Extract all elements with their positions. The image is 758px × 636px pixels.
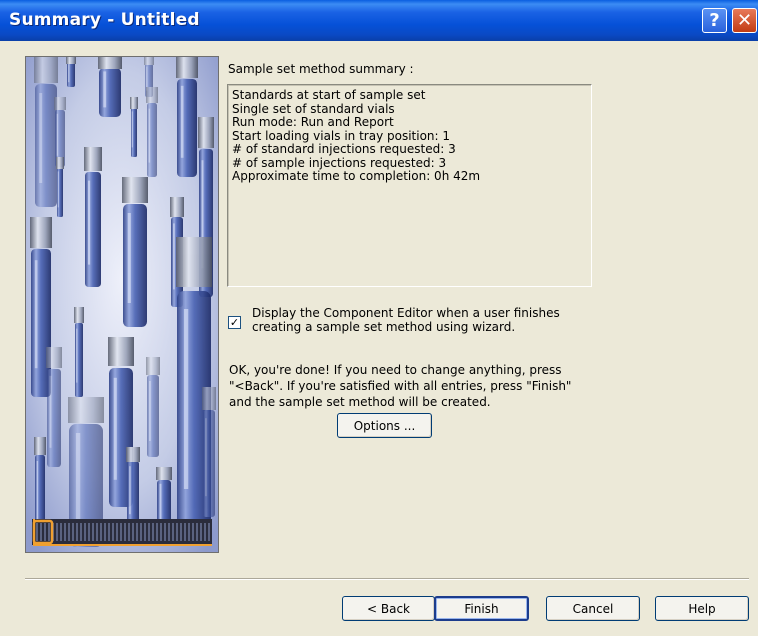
component-editor-label[interactable]: Display the Component Editor when a user… [252, 306, 560, 334]
cancel-button[interactable]: Cancel [546, 596, 640, 621]
component-editor-label-line1: Display the Component Editor when a user… [252, 306, 560, 320]
component-editor-checkbox[interactable]: ✓ [228, 316, 241, 329]
vials-svg [26, 57, 218, 552]
close-icon: ✕ [736, 10, 753, 31]
vial [146, 357, 160, 457]
summary-box: Standards at start of sample set Single … [227, 84, 592, 287]
vial [176, 57, 198, 177]
vial [84, 147, 102, 287]
question-icon: ? [709, 10, 720, 31]
close-title-button[interactable]: ✕ [732, 8, 757, 33]
vial [130, 97, 138, 157]
summary-line: Run mode: Run and Report [232, 115, 394, 129]
title-bar[interactable]: Summary - Untitled ? ✕ [0, 0, 758, 41]
vial [46, 347, 62, 467]
help-title-button[interactable]: ? [702, 8, 727, 33]
checkmark-icon: ✓ [229, 316, 240, 329]
vial [98, 57, 122, 117]
vial [126, 447, 140, 527]
vial [34, 57, 58, 207]
separator-highlight [25, 579, 749, 580]
vial [56, 157, 64, 217]
vial [54, 97, 66, 167]
options-button[interactable]: Options ... [337, 413, 432, 438]
component-editor-label-line2: creating a sample set method using wizar… [252, 320, 516, 334]
summary-line: # of standard injections requested: 3 [232, 142, 456, 156]
done-message: OK, you're done! If you need to change a… [229, 362, 571, 410]
vial [146, 87, 158, 177]
summary-line: Standards at start of sample set [232, 88, 426, 102]
back-button[interactable]: < Back [342, 596, 435, 621]
summary-line: # of sample injections requested: 3 [232, 155, 447, 170]
summary-line: Single set of standard vials [232, 101, 395, 116]
vials-illustration [25, 56, 219, 553]
summary-line: Start loading vials in tray position: 1 [232, 128, 451, 143]
wizard-dialog: Summary - Untitled ? ✕ Sample set method… [0, 0, 758, 636]
done-message-line1: OK, you're done! If you need to change a… [229, 363, 562, 377]
help-button[interactable]: Help [655, 596, 749, 621]
done-message-line3: and the sample set method will be create… [229, 395, 491, 409]
vial [74, 307, 84, 397]
vial [122, 177, 148, 327]
window-title: Summary - Untitled [9, 10, 200, 30]
vial [202, 387, 216, 517]
summary-line: Approximate time to completion: 0h 42m [232, 169, 481, 183]
summary-label: Sample set method summary : [228, 62, 414, 76]
done-message-line2: "<Back". If you're satisfied with all en… [229, 379, 572, 393]
vial [66, 57, 76, 87]
finish-button[interactable]: Finish [434, 596, 529, 621]
